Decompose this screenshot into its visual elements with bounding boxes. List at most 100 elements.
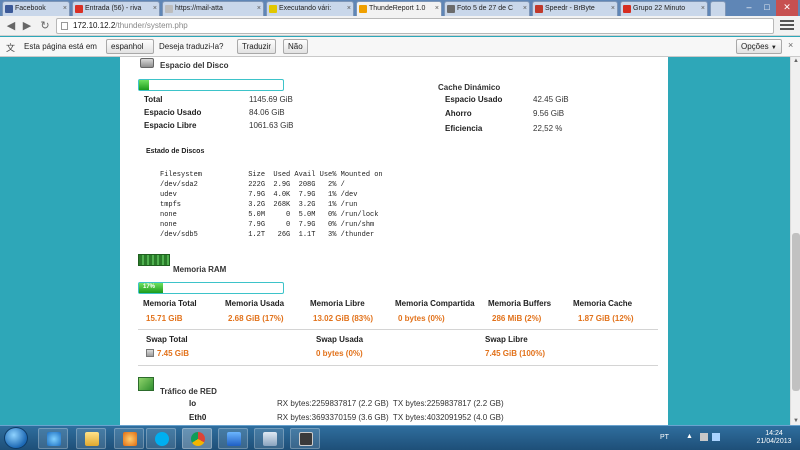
- close-icon[interactable]: ×: [611, 2, 615, 16]
- cache-saving-label: Ahorro: [445, 109, 472, 118]
- cache-used-value: 42.45 GiB: [533, 95, 569, 104]
- maximize-icon[interactable]: □: [758, 0, 776, 16]
- mem-buffers-label: Memoria Buffers: [488, 299, 552, 308]
- taskbar-app[interactable]: [254, 428, 284, 449]
- tab-mail-attach[interactable]: https://mail-atta ×: [162, 1, 264, 16]
- ram-icon: [138, 254, 170, 266]
- scroll-thumb[interactable]: [792, 233, 800, 391]
- taskbar-ie[interactable]: [38, 428, 68, 449]
- taskbar-window[interactable]: [290, 428, 320, 449]
- options-button-label: Opções: [741, 42, 769, 51]
- close-icon[interactable]: ×: [435, 2, 439, 16]
- close-icon[interactable]: ×: [523, 2, 527, 16]
- media-player-icon: [123, 432, 137, 446]
- speedr-icon: [535, 5, 543, 13]
- df-line: udev 7.9G 4.0K 7.9G 1% /dev: [160, 191, 358, 199]
- tab-label: Speedr - BrByte: [545, 5, 595, 12]
- clock[interactable]: 14:24 21/04/2013: [752, 430, 796, 446]
- browser-toolbar: ◀ ▶ ↻ 172.10.12.2/thunder/system.php: [0, 16, 800, 36]
- tab-grupo[interactable]: Grupo 22 Minuto ×: [620, 1, 708, 16]
- close-icon[interactable]: ×: [257, 2, 261, 16]
- taskbar-media[interactable]: [114, 428, 144, 449]
- mem-total-label: Memoria Total: [143, 299, 197, 308]
- scroll-up-icon[interactable]: ▲: [792, 58, 800, 64]
- reload-icon[interactable]: ↻: [38, 19, 52, 33]
- tab-foto[interactable]: Foto 5 de 27 de C ×: [444, 1, 530, 16]
- tab-label: https://mail-atta: [175, 5, 223, 12]
- volume-icon[interactable]: [712, 433, 720, 441]
- taskbar-messenger[interactable]: [218, 428, 248, 449]
- scroll-down-icon[interactable]: ▼: [792, 418, 800, 424]
- tab-label: ThundeReport 1.0: [369, 5, 426, 12]
- tab-label: Executando vári:: [279, 5, 332, 12]
- network-tray-icon[interactable]: [700, 433, 708, 441]
- disk-usage-fill: [139, 80, 150, 90]
- chrome-icon: [191, 432, 205, 446]
- tab-label: Facebook: [15, 5, 46, 12]
- thunder-icon: [359, 5, 367, 13]
- iface-lo-stats: RX bytes:2259837817 (2.2 GB) TX bytes:22…: [277, 399, 504, 408]
- swap-used-value: 0 bytes (0%): [316, 349, 363, 358]
- swap-icon: [146, 349, 154, 357]
- memory-percent-label: 17%: [143, 284, 156, 290]
- swap-free-value: 7.45 GiB (100%): [485, 349, 546, 358]
- tab-label: Entrada (56) - riva: [85, 5, 142, 12]
- close-window-icon[interactable]: ✕: [776, 0, 798, 16]
- taskbar-skype[interactable]: [146, 428, 176, 449]
- disk-title: Espacio del Disco: [160, 61, 229, 70]
- df-line: Filesystem Size Used Avail Use% Mounted …: [160, 171, 383, 179]
- tab-executando[interactable]: Executando vári: ×: [266, 1, 354, 16]
- minimize-icon[interactable]: –: [740, 0, 758, 16]
- page-icon: [165, 5, 173, 13]
- page-scrollbar[interactable]: ▲ ▼: [790, 57, 800, 425]
- close-icon[interactable]: ×: [788, 40, 793, 50]
- cache-efficiency-label: Eficiencia: [445, 124, 483, 133]
- report-panel: Espacio del Disco Total 1145.69 GiB Espa…: [120, 57, 668, 425]
- translate-button[interactable]: Traduzir: [237, 39, 277, 54]
- tab-facebook[interactable]: Facebook ×: [2, 1, 70, 16]
- address-path: /thunder/system.php: [115, 21, 188, 30]
- language-indicator[interactable]: PT: [660, 434, 669, 442]
- address-bar[interactable]: 172.10.12.2/thunder/system.php: [56, 18, 774, 34]
- internet-explorer-icon: [47, 432, 61, 446]
- window-icon: [299, 432, 313, 446]
- tab-speedr[interactable]: Speedr - BrByte ×: [532, 1, 618, 16]
- tray-arrow-icon[interactable]: ▲: [686, 433, 693, 441]
- taskbar-chrome[interactable]: [182, 428, 212, 449]
- mail-icon: [75, 5, 83, 13]
- tab-entrada[interactable]: Entrada (56) - riva ×: [72, 1, 160, 16]
- language-select[interactable]: espanhol ▼: [106, 39, 154, 64]
- close-icon[interactable]: ×: [347, 2, 351, 16]
- mem-shared-value: 0 bytes (0%): [398, 314, 445, 323]
- close-icon[interactable]: ×: [701, 2, 705, 16]
- forward-icon[interactable]: ▶: [20, 19, 34, 33]
- back-icon[interactable]: ◀: [4, 19, 18, 33]
- swap-total-label: Swap Total: [146, 335, 188, 344]
- mem-buffers-value: 286 MiB (2%): [492, 314, 542, 323]
- no-button[interactable]: Não: [283, 39, 308, 54]
- clock-date: 21/04/2013: [756, 438, 792, 445]
- tab-thundereport[interactable]: ThundeReport 1.0 ×: [356, 1, 442, 16]
- options-button[interactable]: Opções ▼: [736, 39, 782, 54]
- start-button[interactable]: [4, 427, 28, 449]
- folder-icon: [269, 5, 277, 13]
- page-icon: [61, 22, 68, 30]
- mem-cache-label: Memoria Cache: [573, 299, 633, 308]
- network-title: Tráfico de RED: [160, 387, 217, 396]
- mem-used-label: Memoria Usada: [225, 299, 285, 308]
- windows-taskbar: PT ▲ 14:24 21/04/2013: [0, 425, 800, 450]
- new-tab-button[interactable]: [710, 1, 726, 16]
- menu-icon[interactable]: [780, 20, 794, 32]
- disk-free-label: Espacio Libre: [144, 121, 197, 130]
- language-value: espanhol: [111, 42, 144, 51]
- close-icon[interactable]: ×: [153, 2, 157, 16]
- disk-usage-bar: [138, 79, 284, 91]
- photo-icon: [447, 5, 455, 13]
- close-icon[interactable]: ×: [63, 2, 67, 16]
- translate-infobar: 文 Esta página está em espanhol ▼ Deseja …: [0, 37, 800, 64]
- iface-eth0-name: Eth0: [189, 413, 207, 422]
- mem-cache-value: 1.87 GiB (12%): [578, 314, 634, 323]
- taskbar-explorer[interactable]: [76, 428, 106, 449]
- df-line: /dev/sdb5 1.2T 26G 1.1T 3% /thunder: [160, 231, 375, 239]
- no-button-label: Não: [288, 42, 303, 51]
